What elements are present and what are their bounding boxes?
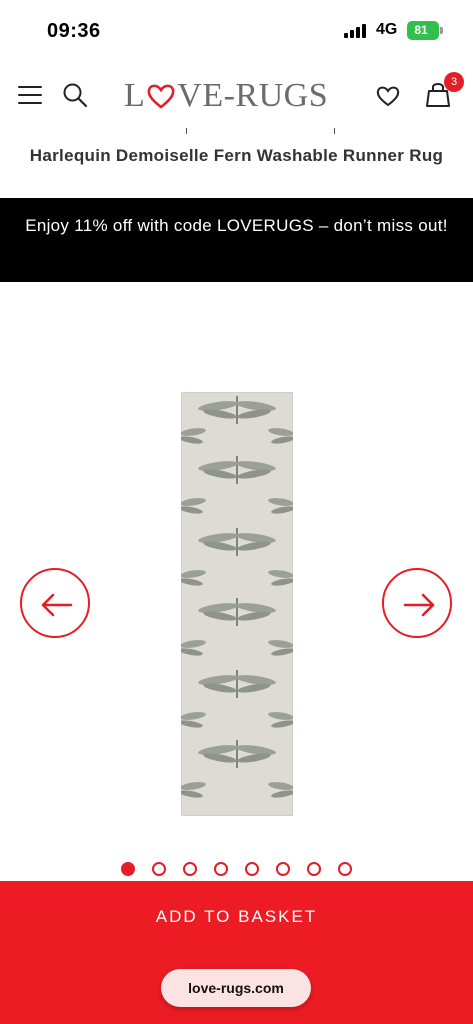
status-bar: 09:36 4G 81 <box>0 0 473 62</box>
add-to-basket-button[interactable]: ADD TO BASKET <box>0 881 473 953</box>
product-image[interactable] <box>181 392 293 816</box>
gallery-dot-5[interactable] <box>245 862 259 876</box>
breadcrumb-remnant <box>0 128 473 134</box>
gallery-dot-1[interactable] <box>121 862 135 876</box>
arrow-left-icon <box>41 593 73 617</box>
gallery-dot-2[interactable] <box>152 862 166 876</box>
battery-tip <box>440 27 443 34</box>
signal-icon <box>344 24 370 38</box>
browser-url-pill[interactable]: love-rugs.com <box>161 969 311 1007</box>
logo-text-right: VE-RUGS <box>177 77 329 114</box>
gallery-dot-4[interactable] <box>214 862 228 876</box>
gallery-next-button[interactable] <box>382 568 452 638</box>
cart-count-badge: 3 <box>444 72 464 92</box>
promo-banner: Enjoy 11% off with code LOVERUGS – don’t… <box>0 198 473 282</box>
battery-level: 81 <box>414 23 428 37</box>
status-time: 09:36 <box>47 20 101 42</box>
gallery-dot-6[interactable] <box>276 862 290 876</box>
gallery-dot-7[interactable] <box>307 862 321 876</box>
arrow-right-icon <box>403 593 435 617</box>
gallery-prev-button[interactable] <box>20 568 90 638</box>
network-label: 4G <box>376 21 398 38</box>
gallery-dot-8[interactable] <box>338 862 352 876</box>
search-icon[interactable] <box>62 82 88 108</box>
gallery-dot-3[interactable] <box>183 862 197 876</box>
wishlist-heart-icon[interactable] <box>375 84 401 108</box>
battery-icon: 81 <box>407 21 439 40</box>
product-title: Harlequin Demoiselle Fern Washable Runne… <box>29 146 444 165</box>
menu-icon[interactable] <box>18 84 42 106</box>
logo-text-left: L <box>124 77 146 114</box>
product-gallery <box>0 282 473 880</box>
site-header: L VE-RUGS <box>0 62 473 130</box>
site-logo[interactable]: L VE-RUGS <box>124 76 328 116</box>
gallery-pagination <box>0 862 473 878</box>
logo-heart-icon <box>147 84 175 109</box>
